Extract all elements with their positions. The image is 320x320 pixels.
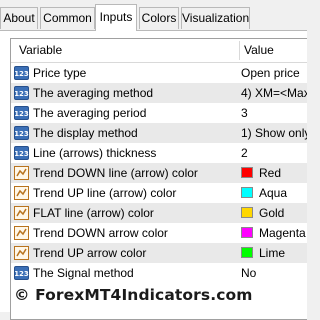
color-line-icon [14,166,29,180]
color-swatch[interactable] [241,207,253,218]
row-value[interactable]: 3 [241,106,248,120]
tab-visualization[interactable]: Visualization [181,7,250,29]
row-value[interactable]: Aqua [259,186,287,200]
svg-text:123: 123 [14,90,29,98]
row-name: Trend UP line (arrow) color [33,186,177,200]
svg-text:123: 123 [14,110,29,118]
row-value[interactable]: 1) Show only arr [241,126,307,140]
table-row[interactable]: 123 The averaging period 3 [11,103,307,123]
row-value[interactable]: Lime [259,246,285,260]
row-name: The averaging period [33,106,147,120]
table-row[interactable]: 123 The display method 1) Show only arr [11,123,307,143]
color-line-icon [14,226,29,240]
color-swatch[interactable] [241,187,253,198]
row-name: Line (arrows) thickness [33,146,157,160]
color-swatch[interactable] [241,167,253,178]
numeric-123-icon: 123 [14,146,29,160]
row-name: Trend DOWN arrow color [33,226,168,240]
table-row[interactable]: Trend DOWN line (arrow) color Red [11,163,307,183]
tab-colors[interactable]: Colors [139,7,179,29]
row-value[interactable]: No [241,266,256,280]
row-name: The averaging method [33,86,154,100]
grid-header: Variable Value [11,39,307,63]
row-name: Trend DOWN line (arrow) color [33,166,198,180]
numeric-123-icon: 123 [14,266,29,280]
variable-column-header[interactable]: Variable [19,43,62,57]
svg-text:123: 123 [14,70,29,78]
row-value[interactable]: Magenta [259,226,306,240]
tab-inputs[interactable]: Inputs [95,4,137,31]
row-name: Price type [33,66,87,80]
table-row[interactable]: 123 The averaging method 4) XM=<Max((Hi [11,83,307,103]
row-name: The display method [33,126,138,140]
inputs-panel: Variable Value 123 Price type Open price 12… [0,31,307,320]
watermark: © ForexMT4Indicators.com [14,286,253,304]
color-line-icon [14,186,29,200]
numeric-123-icon: 123 [14,106,29,120]
row-value[interactable]: 4) XM=<Max((Hi [241,86,307,100]
tab-about[interactable]: About [0,7,38,29]
color-swatch[interactable] [241,227,253,238]
tab-bar: About Common Inputs Colors Visualization [0,0,307,31]
row-name: FLAT line (arrow) color [33,206,154,220]
svg-text:123: 123 [14,130,29,138]
row-value[interactable]: Red [259,166,281,180]
numeric-123-icon: 123 [14,126,29,140]
table-row[interactable]: FLAT line (arrow) color Gold [11,203,307,223]
table-row[interactable]: 123 Price type Open price [11,63,307,83]
table-row[interactable]: 123 The Signal method No [11,263,307,283]
color-line-icon [14,206,29,220]
table-row[interactable]: Trend UP line (arrow) color Aqua [11,183,307,203]
row-value[interactable]: 2 [241,146,248,160]
inputs-grid: Variable Value 123 Price type Open price 12… [10,38,307,320]
row-name: Trend UP arrow color [33,246,147,260]
row-name: The Signal method [33,266,134,280]
numeric-123-icon: 123 [14,66,29,80]
svg-text:123: 123 [14,270,29,278]
numeric-123-icon: 123 [14,86,29,100]
row-value[interactable]: Gold [259,206,284,220]
table-row[interactable]: 123 Line (arrows) thickness 2 [11,143,307,163]
tab-common[interactable]: Common [40,7,95,29]
value-column-header[interactable]: Value [244,43,274,57]
column-divider[interactable] [239,41,240,60]
color-line-icon [14,246,29,260]
color-swatch[interactable] [241,247,253,258]
row-value[interactable]: Open price [241,66,300,80]
table-row[interactable]: Trend UP arrow color Lime [11,243,307,263]
svg-text:123: 123 [14,150,29,158]
table-row[interactable]: Trend DOWN arrow color Magenta [11,223,307,243]
